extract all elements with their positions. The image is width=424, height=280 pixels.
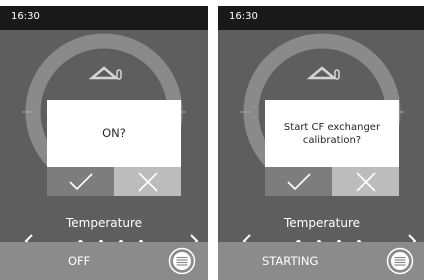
dial-area: ON? Temperature [0,30,208,248]
confirm-dialog: ON? [47,100,181,196]
checkmark-icon [286,172,311,190]
dial-area: Start CF exchanger calibration? Temperat… [218,30,424,248]
status-label: OFF [68,254,91,268]
cancel-button[interactable] [332,167,399,196]
dialog-body: ON? [47,100,181,167]
status-bar: 16:30 [0,6,208,30]
close-icon [137,171,158,192]
menu-icon[interactable] [386,247,414,275]
confirm-button[interactable] [265,167,332,196]
dialog-message: ON? [102,126,126,140]
home-thermometer-icon [88,66,122,80]
carousel-title: Temperature [65,216,142,230]
footer-bar: OFF [0,242,208,280]
carousel-title: Temperature [283,216,360,230]
confirm-dialog: Start CF exchanger calibration? [265,100,399,196]
dialog-message: Start CF exchanger calibration? [283,121,381,146]
footer-bar: STARTING [218,242,424,280]
dialog-body: Start CF exchanger calibration? [265,100,399,167]
device-screen-1: 16:30 ON? Temperature OFF [0,6,208,280]
close-icon [355,171,376,192]
confirm-button[interactable] [47,167,114,196]
home-thermometer-icon [306,66,340,80]
checkmark-icon [68,172,93,190]
status-label: STARTING [262,254,319,268]
clock: 16:30 [229,11,258,22]
status-bar: 16:30 [218,6,424,30]
menu-icon[interactable] [168,247,196,275]
clock: 16:30 [11,11,40,22]
device-screen-2: 16:30 Start CF exchanger calibration? Te… [218,6,424,280]
cancel-button[interactable] [114,167,181,196]
